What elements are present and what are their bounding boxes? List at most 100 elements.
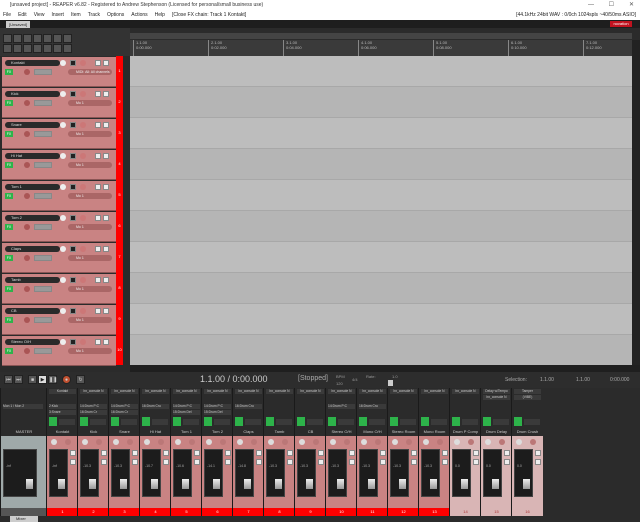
volume-fader[interactable]: -14.1 [204,449,223,497]
routing-button[interactable] [297,417,305,426]
track-name[interactable]: Claps [5,246,60,252]
track-header[interactable]: Kontakt FX MIDI: All: All channels [2,57,116,87]
fader-cap[interactable] [492,479,499,489]
menu-item[interactable]: [Close FX chain: Track 1 Kontakt] [172,10,246,20]
ripple-edit-icon[interactable] [23,44,32,53]
pan-knob[interactable] [361,439,367,445]
fx-slot[interactable]: bx_console N [359,389,386,394]
menu-item[interactable]: View [34,10,45,20]
input-routing[interactable]: Mo 1 [68,286,112,292]
volume-fader[interactable]: -10.3 [359,449,378,497]
fx-slot[interactable]: bx_console N [266,389,293,394]
menu-item[interactable]: Help [155,10,165,20]
width-knob[interactable] [406,439,412,445]
input-icon[interactable] [34,69,52,75]
mute-button[interactable] [70,450,76,456]
pan-knob[interactable] [392,439,398,445]
record-arm-button[interactable] [24,100,30,106]
width-knob[interactable] [158,439,164,445]
input-routing[interactable]: MIDI: All: All channels [68,69,112,75]
record-arm-button[interactable] [24,69,30,75]
fx-slot[interactable]: bx_console N [328,389,355,394]
master-send[interactable]: Mon 1 / Mon 2 [3,404,43,409]
routing-button[interactable] [204,417,212,426]
send-slot[interactable]: 15:Drum Del [173,410,200,415]
selection-length[interactable]: 0:00.000 [610,377,629,383]
volume-fader[interactable]: -10.3 [328,449,347,497]
solo-button[interactable] [318,459,324,465]
mute-button[interactable] [95,153,101,159]
send-slot[interactable]: 14:Drum P:C [111,404,138,409]
routing-button[interactable] [359,417,367,426]
input-icon[interactable] [34,317,52,323]
fader-cap[interactable] [461,479,468,489]
volume-knob[interactable] [60,215,66,221]
send-slot[interactable]: 16:Drum Cr [111,410,138,415]
volume-knob[interactable] [60,339,66,345]
mute-button[interactable] [95,122,101,128]
pan-knob[interactable] [80,277,86,283]
mute-button[interactable] [380,450,386,456]
mute-button[interactable] [194,450,200,456]
input-routing[interactable]: Mo 1 [68,348,112,354]
close-button[interactable]: ✕ [629,0,634,10]
fx-button[interactable]: FX [5,162,13,168]
solo-button[interactable] [70,459,76,465]
io-button[interactable] [338,419,354,425]
stop-button[interactable]: ■ [28,375,37,384]
solo-button[interactable] [103,277,109,283]
selection-end[interactable]: 1.1.00 [576,377,590,383]
pan-knob[interactable] [113,439,119,445]
solo-button[interactable] [473,459,479,465]
fader-cap[interactable] [151,479,158,489]
mute-button[interactable] [132,450,138,456]
io-button[interactable] [245,419,261,425]
solo-button[interactable] [103,122,109,128]
solo-button[interactable] [535,459,541,465]
track-header[interactable]: Hi Hat FX Mo 1 [2,150,116,180]
fx-slot[interactable]: Kontakt [49,389,76,394]
input-routing[interactable]: Mo 1 [68,162,112,168]
redo-icon[interactable] [53,34,62,43]
send-slot[interactable]: 3:Snare [49,410,76,415]
input-icon[interactable] [34,100,52,106]
width-knob[interactable] [220,439,226,445]
menu-item[interactable]: Insert [51,10,64,20]
volume-knob[interactable] [60,153,66,159]
mute-button[interactable] [535,450,541,456]
solo-button[interactable] [103,153,109,159]
width-knob[interactable] [375,439,381,445]
volume-knob[interactable] [60,246,66,252]
input-routing[interactable]: Mo 1 [68,224,112,230]
fx-button[interactable]: FX [5,193,13,199]
volume-fader[interactable]: -10.7 [142,449,161,497]
fx-slot[interactable]: bx_console N [421,389,448,394]
mute-button[interactable] [95,91,101,97]
solo-button[interactable] [103,184,109,190]
mute-button[interactable] [504,450,510,456]
record-arm-button[interactable] [24,317,30,323]
fader-cap[interactable] [182,479,189,489]
send-slot[interactable]: 16:Drum Cr [80,410,107,415]
open-project-icon[interactable] [13,34,22,43]
pan-knob[interactable] [299,439,305,445]
volume-fader[interactable]: -inf [49,449,68,497]
mute-button[interactable] [95,246,101,252]
fx-slot[interactable]: bx_console N [235,389,262,394]
width-knob[interactable] [96,439,102,445]
go-to-start-button[interactable]: ⏮ [4,375,13,384]
minimize-button[interactable]: — [588,0,594,10]
solo-button[interactable] [504,459,510,465]
width-knob[interactable] [499,439,505,445]
solo-button[interactable] [163,459,169,465]
pan-knob[interactable] [80,308,86,314]
track-name[interactable]: Kick [5,91,60,97]
input-routing[interactable]: Mo 1 [68,255,112,261]
metronome-icon[interactable] [63,34,72,43]
snap-icon[interactable] [13,44,22,53]
mute-button[interactable] [473,450,479,456]
save-project-icon[interactable] [23,34,32,43]
mute-button[interactable] [95,215,101,221]
fx-slot[interactable]: bx_console N [297,389,324,394]
volume-fader[interactable]: -14.8 [235,449,254,497]
